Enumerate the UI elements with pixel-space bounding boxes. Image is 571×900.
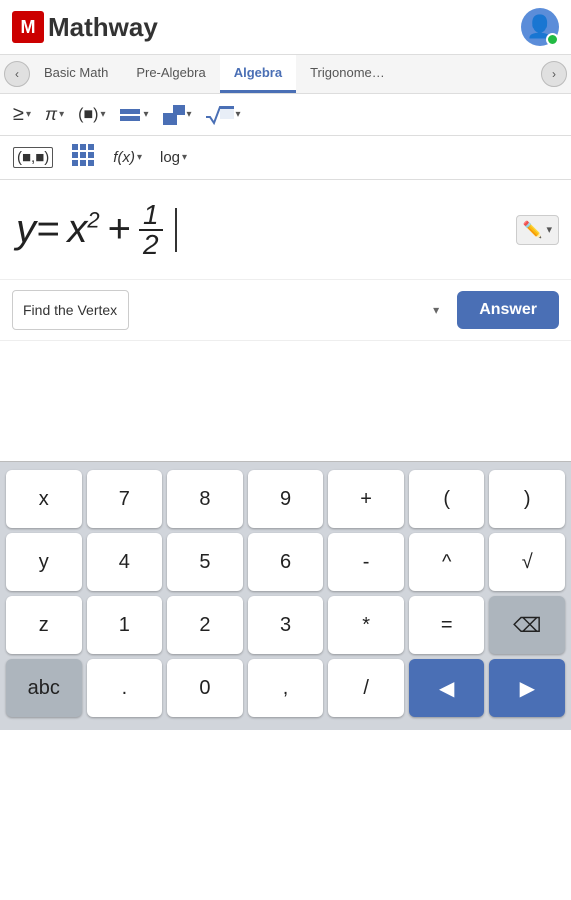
paren-icon: (■) [78, 106, 98, 124]
grid-icon [71, 143, 95, 172]
exponent-button[interactable]: ▾ [158, 102, 197, 128]
math-y-equals: y= [16, 207, 59, 252]
sqrt-arrow: ▾ [236, 109, 241, 120]
sqrt-button[interactable]: ▾ [201, 102, 246, 128]
key-multiply[interactable]: * [328, 596, 404, 654]
tab-trigonometry[interactable]: Trigonome… [296, 55, 399, 93]
tab-algebra[interactable]: Algebra [220, 55, 296, 93]
logo: M Mathway [12, 11, 158, 43]
log-icon: log [160, 149, 180, 166]
keyboard-row-0: x 7 8 9 + ( ) [6, 470, 565, 528]
tabs-container: Basic Math Pre-Algebra Algebra Trigonome… [30, 55, 541, 93]
log-button[interactable]: log ▾ [155, 146, 192, 169]
exponent-icon [163, 105, 185, 125]
frac-arrow: ▾ [143, 109, 148, 120]
answer-button[interactable]: Answer [457, 291, 559, 329]
key-5[interactable]: 5 [167, 533, 243, 591]
keyboard: x 7 8 9 + ( ) y 4 5 6 - ^ √ z 1 2 3 * = … [0, 461, 571, 730]
pi-button[interactable]: π ▾ [40, 101, 69, 128]
edit-arrow: ▾ [546, 223, 552, 236]
key-x[interactable]: x [6, 470, 82, 528]
key-z[interactable]: z [6, 596, 82, 654]
math-x-squared: x2 [67, 207, 99, 252]
math-input-area[interactable]: y= x2 + 1 2 ✏️ ▾ [0, 180, 571, 280]
action-bar: Find the Vertex Solve for x Simplify Fac… [0, 280, 571, 341]
math-plus: + [108, 207, 131, 252]
geq-icon: ≥ [13, 103, 24, 126]
symbol-toolbar-row1: ≥ ▾ π ▾ (■) ▾ ▾ ▾ [0, 94, 571, 136]
key-4[interactable]: 4 [87, 533, 163, 591]
grid-button[interactable] [66, 140, 100, 175]
key-6[interactable]: 6 [248, 533, 324, 591]
symbol-toolbar-row2: (■,■) f(x) ▾ log ▾ [0, 136, 571, 180]
key-right-arrow[interactable]: ▶ [489, 659, 565, 717]
tab-prev-button[interactable]: ‹ [4, 61, 30, 87]
pi-arrow: ▾ [59, 109, 64, 120]
geq-arrow: ▾ [26, 109, 31, 120]
keyboard-row-2: z 1 2 3 * = ⌫ [6, 596, 565, 654]
paren-button[interactable]: (■) ▾ [73, 103, 110, 127]
fraction-button[interactable]: ▾ [114, 102, 153, 128]
mode-select-wrapper: Find the Vertex Solve for x Simplify Fac… [12, 290, 449, 330]
key-close-paren[interactable]: ) [489, 470, 565, 528]
header: M Mathway 👤 [0, 0, 571, 55]
key-7[interactable]: 7 [87, 470, 163, 528]
fx-arrow: ▾ [137, 152, 142, 163]
coord-icon: (■,■) [13, 147, 53, 168]
edit-button[interactable]: ✏️ ▾ [516, 215, 559, 245]
fraction-denominator: 2 [139, 231, 163, 259]
key-minus[interactable]: - [328, 533, 404, 591]
key-y[interactable]: y [6, 533, 82, 591]
tab-basic-math[interactable]: Basic Math [30, 55, 122, 93]
user-avatar[interactable]: 👤 [521, 8, 559, 46]
math-fraction: 1 2 [139, 201, 163, 259]
tab-next-button[interactable]: › [541, 61, 567, 87]
key-plus[interactable]: + [328, 470, 404, 528]
sqrt-icon [206, 105, 234, 125]
key-caret[interactable]: ^ [409, 533, 485, 591]
text-cursor [175, 208, 177, 252]
key-abc[interactable]: abc [6, 659, 82, 717]
pi-icon: π [45, 104, 57, 125]
keyboard-row-3: abc . 0 , / ◀ ▶ [6, 659, 565, 717]
key-backspace[interactable]: ⌫ [489, 596, 565, 654]
key-sqrt[interactable]: √ [489, 533, 565, 591]
logo-text: Mathway [48, 12, 158, 43]
math-expression: y= x2 + 1 2 [16, 201, 177, 259]
empty-content-area [0, 341, 571, 461]
key-left-arrow[interactable]: ◀ [409, 659, 485, 717]
mode-select[interactable]: Find the Vertex Solve for x Simplify Fac… [12, 290, 129, 330]
key-equals[interactable]: = [409, 596, 485, 654]
log-arrow: ▾ [182, 152, 187, 163]
key-open-paren[interactable]: ( [409, 470, 485, 528]
tab-pre-algebra[interactable]: Pre-Algebra [122, 55, 219, 93]
geq-button[interactable]: ≥ ▾ [8, 100, 36, 129]
key-slash[interactable]: / [328, 659, 404, 717]
key-0[interactable]: 0 [167, 659, 243, 717]
fx-button[interactable]: f(x) ▾ [108, 146, 147, 169]
paren-arrow: ▾ [100, 109, 105, 120]
key-3[interactable]: 3 [248, 596, 324, 654]
exp-arrow: ▾ [187, 109, 192, 120]
fraction-icon [119, 105, 141, 125]
logo-icon: M [12, 11, 44, 43]
keyboard-row-1: y 4 5 6 - ^ √ [6, 533, 565, 591]
key-9[interactable]: 9 [248, 470, 324, 528]
tab-bar: ‹ Basic Math Pre-Algebra Algebra Trigono… [0, 55, 571, 94]
key-comma[interactable]: , [248, 659, 324, 717]
avatar-online-badge [546, 33, 559, 46]
key-dot[interactable]: . [87, 659, 163, 717]
select-arrow-icon: ▾ [433, 303, 439, 317]
key-1[interactable]: 1 [87, 596, 163, 654]
key-2[interactable]: 2 [167, 596, 243, 654]
fraction-numerator: 1 [139, 201, 163, 231]
coord-button[interactable]: (■,■) [8, 144, 58, 171]
key-8[interactable]: 8 [167, 470, 243, 528]
pencil-icon: ✏️ [523, 220, 543, 240]
fx-icon: f(x) [113, 149, 135, 166]
